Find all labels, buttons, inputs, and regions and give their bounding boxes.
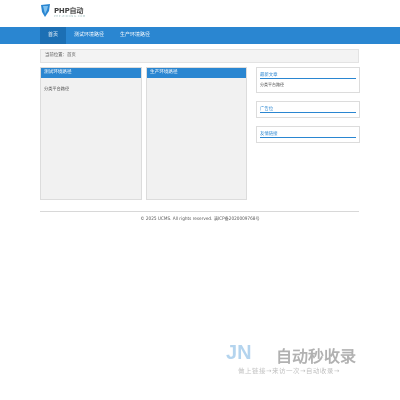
sidebar-ads: 广告位 [256, 101, 360, 118]
sidebar-latest: 最新文章 分类平台路径 [256, 67, 360, 93]
site-header: PHP自动 PHP·ZIDONG·COM [0, 0, 400, 27]
watermark: JN 自动秒收录 做上链接→来访一次→自动收录→ [226, 342, 386, 382]
column-test-path: 测试环境路径 分类平台路径 [40, 67, 142, 200]
column-title[interactable]: 生产环境路径 [147, 68, 246, 78]
column-body-link[interactable]: 分类平台路径 [41, 78, 141, 100]
logo-text: PHP自动 [54, 6, 84, 15]
nav-item-test-path[interactable]: 测试环境路径 [66, 27, 112, 44]
breadcrumb: 当前位置：首页 [40, 49, 359, 63]
watermark-subtext: 做上链接→来访一次→自动收录→ [238, 367, 340, 375]
nav-item-prod-path[interactable]: 生产环境路径 [112, 27, 158, 44]
sidebar-title: 广告位 [260, 107, 356, 113]
sidebar-title: 友情链接 [260, 132, 356, 138]
main-nav: 首页 测试环境路径 生产环境路径 [0, 27, 400, 44]
watermark-logo: JN [226, 342, 252, 364]
site-footer: © 2025 UCMS. All rights reserved. 滇ICP备2… [140, 216, 260, 221]
site-logo[interactable]: PHP自动 PHP·ZIDONG·COM [40, 3, 86, 18]
sidebar-link[interactable]: 分类平台路径 [257, 79, 359, 91]
column-prod-path: 生产环境路径 [146, 67, 247, 200]
php-logo-icon [41, 4, 50, 17]
column-title[interactable]: 测试环境路径 [41, 68, 141, 78]
page: PHP自动 PHP·ZIDONG·COM 首页 测试环境路径 生产环境路径 当前… [0, 0, 400, 400]
watermark-text: 自动秒收录 [276, 347, 357, 366]
logo-subtitle: PHP·ZIDONG·COM [54, 15, 86, 18]
nav-item-home[interactable]: 首页 [40, 27, 67, 44]
sidebar-links: 友情链接 [256, 126, 360, 143]
footer-divider [40, 211, 359, 212]
column-body [147, 78, 246, 94]
